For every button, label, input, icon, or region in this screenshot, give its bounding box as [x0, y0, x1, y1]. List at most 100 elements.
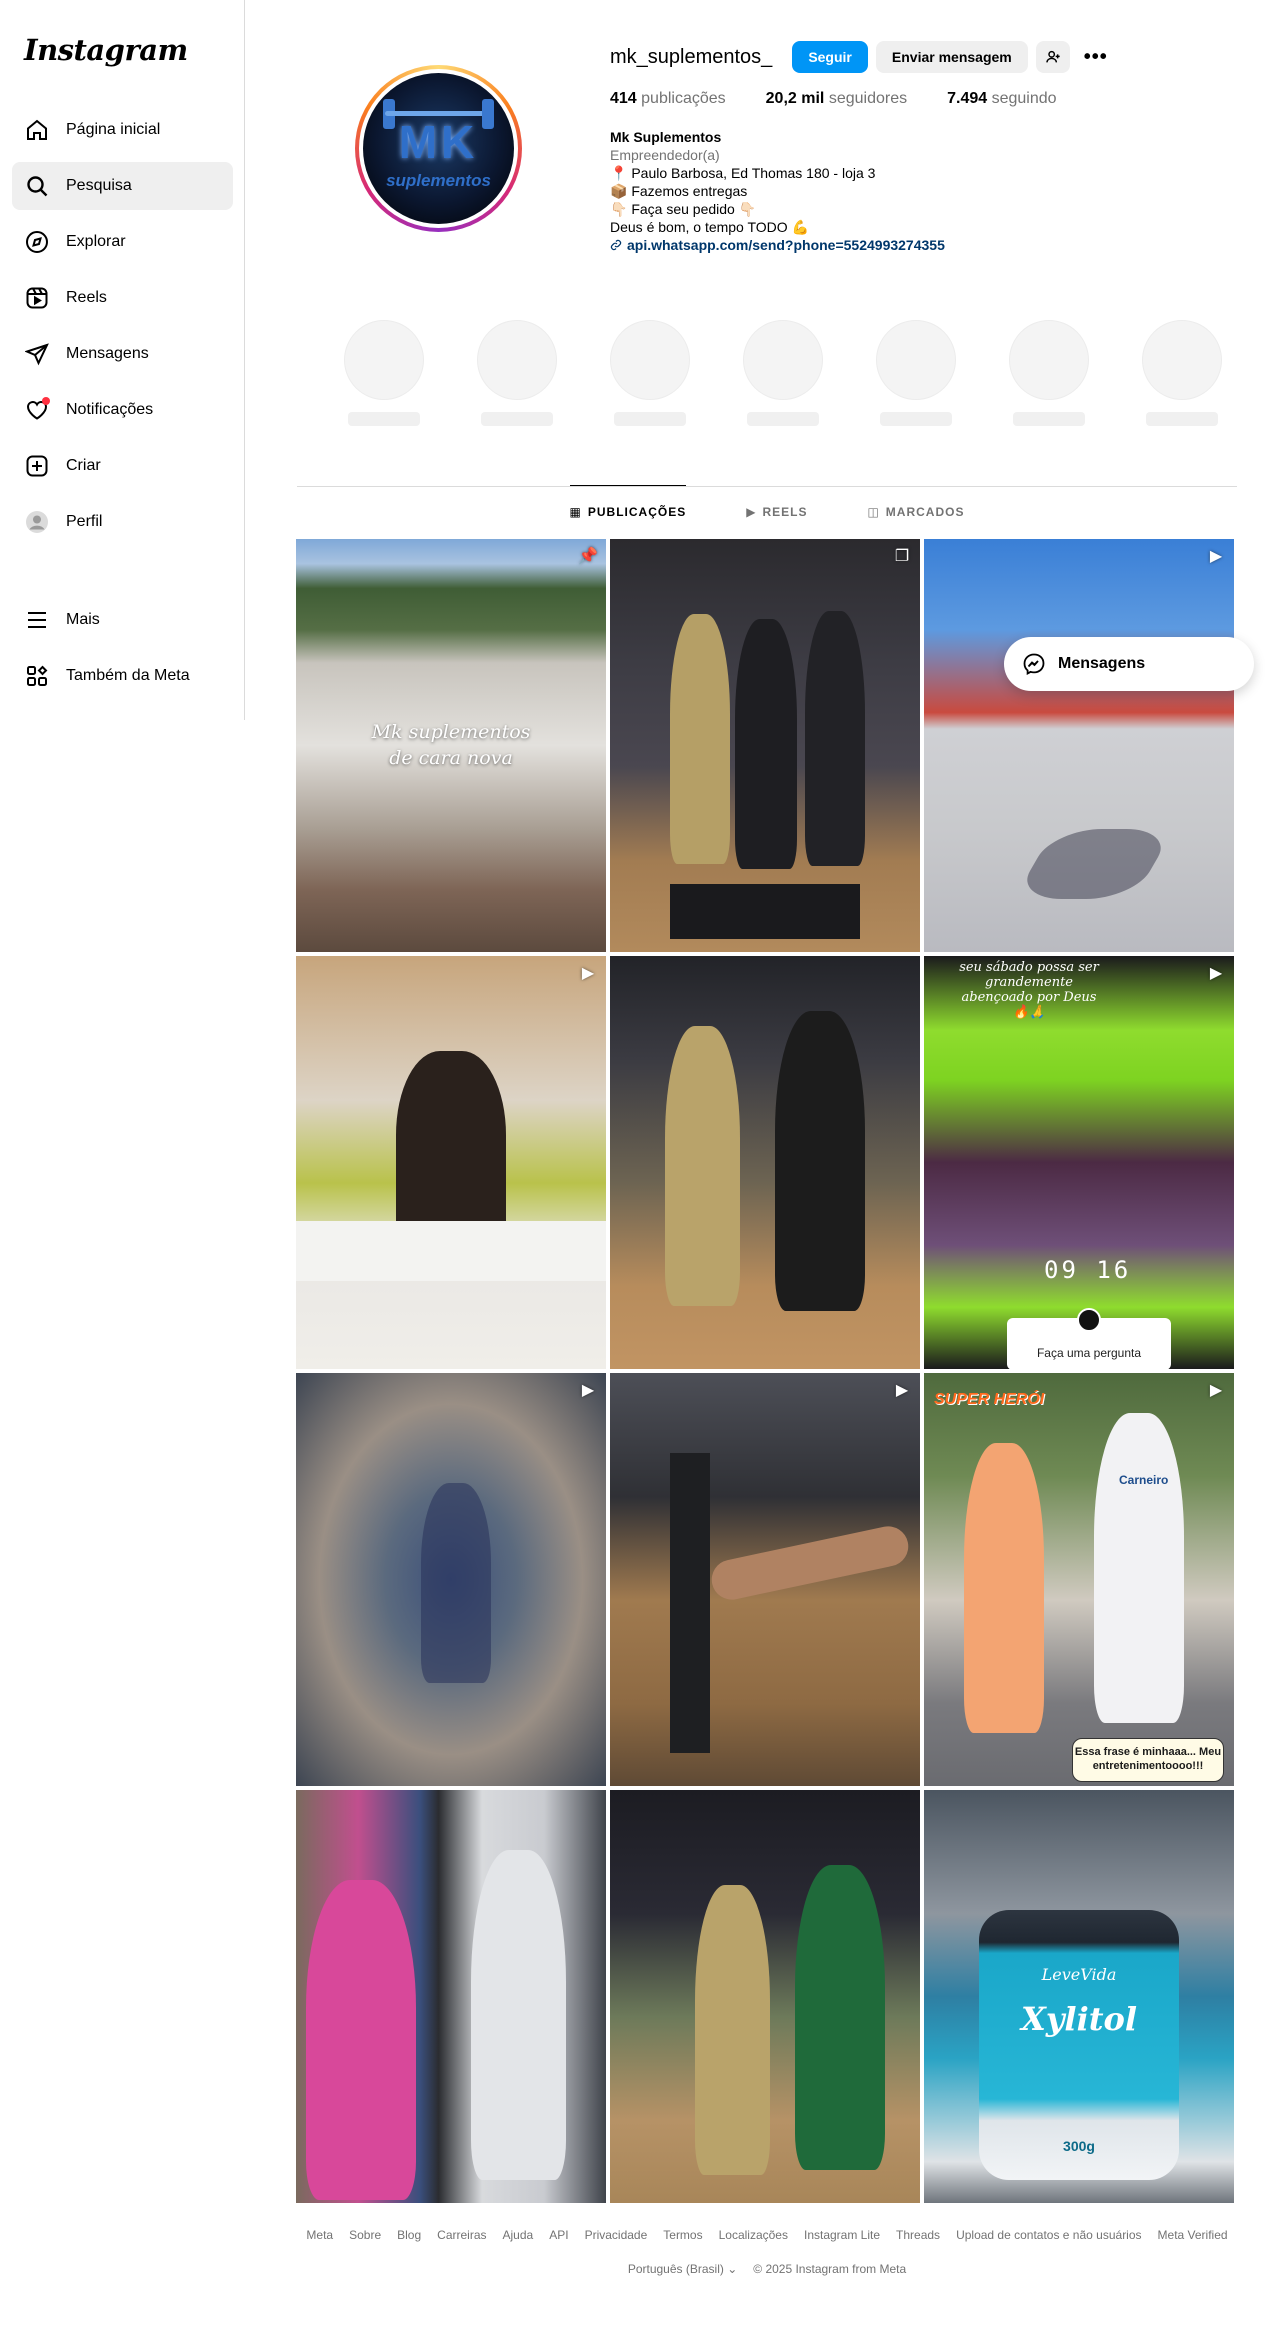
messages-floating-button[interactable]: Mensagens — [1004, 637, 1254, 691]
sidebar-item-create[interactable]: Criar — [12, 442, 233, 490]
sidebar-item-explore[interactable]: Explorar — [12, 218, 233, 266]
footer-link[interactable]: Carreiras — [437, 2228, 486, 2242]
sidebar-item-messages[interactable]: Mensagens — [12, 330, 233, 378]
post-thumbnail[interactable]: ▶ — [924, 539, 1234, 952]
avatar-logo-subtext: suplementos — [386, 171, 491, 190]
stat-label: seguindo — [991, 90, 1057, 107]
highlight-placeholder[interactable] — [743, 320, 823, 426]
highlight-placeholder[interactable] — [344, 320, 424, 426]
link-icon — [610, 239, 622, 251]
post-thumbnail[interactable]: ▶ — [296, 956, 606, 1369]
post-thumbnail[interactable]: ❐ — [610, 539, 920, 952]
person-figure — [695, 1885, 770, 2175]
footer-link[interactable]: Sobre — [349, 2228, 381, 2242]
follow-button[interactable]: Seguir — [792, 41, 868, 73]
question-sticker-label: Faça uma pergunta — [1036, 1346, 1142, 1360]
story-highlights — [344, 320, 1222, 426]
bio-link[interactable]: api.whatsapp.com/send?phone=552499327435… — [610, 236, 1230, 254]
highlight-label-placeholder — [481, 412, 553, 426]
footer-link[interactable]: Meta Verified — [1158, 2228, 1228, 2242]
tab-reels[interactable]: ▶ REELS — [746, 486, 807, 538]
highlight-circle — [876, 320, 956, 400]
footer-link[interactable]: Termos — [663, 2228, 702, 2242]
sidebar-item-label: Notificações — [66, 401, 154, 418]
reel-icon: ▶ — [895, 1382, 909, 1399]
highlight-circle — [477, 320, 557, 400]
post-thumbnail[interactable]: ▶ — [610, 1373, 920, 1786]
sidebar-item-search[interactable]: Pesquisa — [12, 162, 233, 210]
highlight-placeholder[interactable] — [1009, 320, 1089, 426]
footer-link[interactable]: Blog — [397, 2228, 421, 2242]
copyright: © 2025 Instagram from Meta — [753, 2262, 907, 2276]
highlight-circle — [1009, 320, 1089, 400]
avatar — [1077, 1308, 1101, 1332]
stat-value: 7.494 — [947, 90, 988, 107]
sidebar-item-profile[interactable]: Perfil — [12, 498, 233, 546]
stat-following[interactable]: 7.494 seguindo — [947, 90, 1056, 108]
sidebar-nav: Página inicial Pesquisa Explorar Reels M… — [12, 106, 233, 554]
footer-link[interactable]: Localizações — [719, 2228, 788, 2242]
sidebar-item-notifications[interactable]: Notificações — [12, 386, 233, 434]
footer-link[interactable]: Privacidade — [585, 2228, 648, 2242]
reel-icon: ▶ — [1209, 965, 1223, 982]
plus-square-icon — [24, 453, 50, 479]
sidebar-item-meta[interactable]: Também da Meta — [12, 652, 233, 700]
leg — [708, 1522, 912, 1604]
post-thumbnail[interactable]: LeveVida Xylitol 300g — [924, 1790, 1234, 2203]
bio-line: 📍 Paulo Barbosa, Ed Thomas 180 - loja 3 — [610, 165, 876, 181]
person-figure — [805, 611, 865, 866]
tab-tagged[interactable]: ◫ MARCADOS — [867, 486, 964, 538]
person-figure — [735, 619, 797, 869]
send-message-button[interactable]: Enviar mensagem — [875, 41, 1028, 73]
product-brand: LeveVida — [1041, 1965, 1117, 1984]
highlight-circle — [743, 320, 823, 400]
highlight-placeholder[interactable] — [610, 320, 690, 426]
person-figure — [670, 614, 730, 864]
sidebar-item-label: Perfil — [66, 513, 103, 530]
shirt-text: Carneiro — [1119, 1473, 1169, 1487]
sidebar-item-home[interactable]: Página inicial — [12, 106, 233, 154]
sidebar-item-reels[interactable]: Reels — [12, 274, 233, 322]
sidebar-item-more[interactable]: Mais — [12, 596, 233, 644]
tagged-icon: ◫ — [867, 505, 880, 519]
product-name: Xylitol — [1020, 2000, 1137, 2038]
story-ring[interactable]: MK suplementos — [355, 65, 522, 232]
profile-header: MK suplementos mk_suplementos_ Seguir En… — [294, 40, 1234, 290]
reel-icon: ▶ — [581, 965, 595, 982]
add-person-icon — [1046, 50, 1060, 63]
stat-posts: 414 publicações — [610, 90, 726, 108]
footer-link[interactable]: Instagram Lite — [804, 2228, 880, 2242]
instagram-logo[interactable]: Instagram — [24, 33, 188, 67]
bio-name: Mk Suplementos — [610, 129, 722, 145]
footer-link[interactable]: Threads — [896, 2228, 940, 2242]
highlight-label-placeholder — [348, 412, 420, 426]
post-thumbnail[interactable]: ▶ SUPER HERÓI Carneiro Essa frase é minh… — [924, 1373, 1234, 1786]
post-thumbnail[interactable] — [296, 1790, 606, 2203]
footer-link[interactable]: Upload de contatos e não usuários — [956, 2228, 1141, 2242]
speech-bubble: Essa frase é minhaaa... Meu entretenimen… — [1072, 1738, 1224, 1782]
person-figure — [775, 1011, 865, 1311]
post-thumbnail[interactable]: 📌 Mk suplementos de cara nova — [296, 539, 606, 952]
footer-link[interactable]: API — [549, 2228, 568, 2242]
post-thumbnail[interactable]: ▶ seu sábado possa ser grandemente abenç… — [924, 956, 1234, 1369]
highlight-placeholder[interactable] — [477, 320, 557, 426]
stat-followers[interactable]: 20,2 mil seguidores — [766, 90, 907, 108]
footer-link[interactable]: Meta — [306, 2228, 333, 2242]
post-thumbnail[interactable] — [610, 956, 920, 1369]
person-figure — [665, 1026, 740, 1306]
home-icon — [24, 117, 50, 143]
highlight-placeholder[interactable] — [1142, 320, 1222, 426]
product-jar: LeveVida Xylitol 300g — [979, 1910, 1179, 2180]
tab-posts[interactable]: ▦ PUBLICAÇÕES — [569, 485, 687, 538]
footer-link[interactable]: Ajuda — [503, 2228, 534, 2242]
reels-icon — [24, 285, 50, 311]
suggest-accounts-button[interactable] — [1035, 41, 1070, 73]
menu-icon — [24, 607, 50, 633]
person-figure — [1094, 1413, 1184, 1723]
overlay-title: SUPER HERÓI — [934, 1391, 1045, 1408]
highlight-placeholder[interactable] — [876, 320, 956, 426]
post-thumbnail[interactable]: ▶ — [296, 1373, 606, 1786]
language-selector[interactable]: Português (Brasil) ⌄ — [628, 2262, 737, 2276]
post-thumbnail[interactable] — [610, 1790, 920, 2203]
more-options-icon[interactable]: ••• — [1084, 46, 1108, 69]
